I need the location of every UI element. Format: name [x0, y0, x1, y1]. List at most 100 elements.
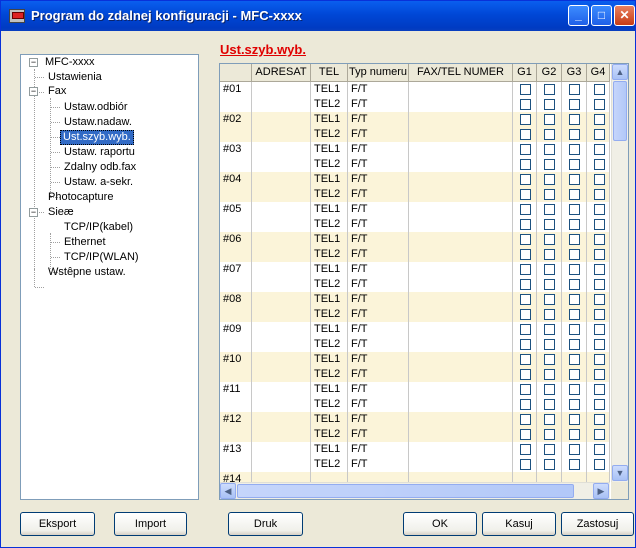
type-cell[interactable]: F/T [348, 232, 409, 247]
group-checkbox[interactable] [569, 384, 580, 395]
group-checkbox[interactable] [520, 264, 531, 275]
type-cell[interactable]: F/T [348, 262, 409, 277]
group-checkbox[interactable] [594, 159, 605, 170]
tree-item-photocapture[interactable]: Photocapture [46, 191, 115, 204]
scroll-left-icon[interactable]: ◀ [220, 483, 236, 499]
adresat-cell[interactable] [252, 217, 311, 232]
group-checkbox[interactable] [544, 174, 555, 185]
fax-tel-number-cell[interactable] [409, 247, 513, 262]
adresat-cell[interactable] [252, 232, 311, 247]
print-button[interactable]: Druk [228, 512, 303, 536]
group-checkbox[interactable] [569, 354, 580, 365]
type-cell[interactable]: F/T [348, 202, 409, 217]
tree-item-ustaw-a-sekr[interactable]: Ustaw. a-sekr. [62, 176, 135, 189]
group-checkbox[interactable] [594, 204, 605, 215]
tree-item-fax[interactable]: Fax [46, 85, 68, 98]
tree-item-tcpip-wlan[interactable]: TCP/IP(WLAN) [62, 251, 141, 264]
adresat-cell[interactable] [252, 292, 311, 307]
fax-tel-number-cell[interactable] [409, 217, 513, 232]
group-checkbox[interactable] [544, 309, 555, 320]
group-checkbox[interactable] [520, 204, 531, 215]
group-checkbox[interactable] [594, 84, 605, 95]
adresat-cell[interactable] [252, 397, 311, 412]
apply-button[interactable]: Zastosuj [561, 512, 634, 536]
group-checkbox[interactable] [544, 399, 555, 410]
type-cell[interactable]: F/T [348, 112, 409, 127]
group-checkbox[interactable] [594, 324, 605, 335]
tree-item-tcpip-kabel[interactable]: TCP/IP(kabel) [62, 221, 135, 234]
collapse-fax-icon[interactable]: − [29, 87, 38, 96]
fax-tel-number-cell[interactable] [409, 172, 513, 187]
tree-item-wstepne-ustaw[interactable]: Wstêpne ustaw. [46, 266, 128, 279]
vertical-scroll-thumb[interactable] [613, 81, 627, 141]
group-checkbox[interactable] [594, 444, 605, 455]
group-checkbox[interactable] [520, 84, 531, 95]
group-checkbox[interactable] [569, 144, 580, 155]
fax-tel-number-cell[interactable] [409, 262, 513, 277]
group-checkbox[interactable] [520, 459, 531, 470]
export-button[interactable]: Eksport [20, 512, 95, 536]
adresat-cell[interactable] [252, 472, 311, 482]
header-adresat[interactable]: ADRESAT [252, 64, 311, 82]
group-checkbox[interactable] [569, 219, 580, 230]
fax-tel-number-cell[interactable] [409, 397, 513, 412]
adresat-cell[interactable] [252, 277, 311, 292]
type-cell[interactable]: F/T [348, 82, 409, 97]
group-checkbox[interactable] [544, 294, 555, 305]
adresat-cell[interactable] [252, 172, 311, 187]
group-checkbox[interactable] [544, 414, 555, 425]
group-checkbox[interactable] [569, 324, 580, 335]
group-checkbox[interactable] [569, 399, 580, 410]
type-cell[interactable]: F/T [348, 307, 409, 322]
fax-tel-number-cell[interactable] [409, 442, 513, 457]
adresat-cell[interactable] [252, 337, 311, 352]
fax-tel-number-cell[interactable] [409, 127, 513, 142]
horizontal-scrollbar[interactable]: ◀ ▶ [220, 482, 610, 499]
header-g1[interactable]: G1 [513, 64, 537, 82]
group-checkbox[interactable] [520, 174, 531, 185]
group-checkbox[interactable] [520, 414, 531, 425]
adresat-cell[interactable] [252, 322, 311, 337]
adresat-cell[interactable] [252, 457, 311, 472]
group-checkbox[interactable] [569, 114, 580, 125]
group-checkbox[interactable] [569, 189, 580, 200]
type-cell[interactable]: F/T [348, 382, 409, 397]
group-checkbox[interactable] [594, 264, 605, 275]
fax-tel-number-cell[interactable] [409, 82, 513, 97]
group-checkbox[interactable] [594, 354, 605, 365]
group-checkbox[interactable] [569, 174, 580, 185]
adresat-cell[interactable] [252, 187, 311, 202]
adresat-cell[interactable] [252, 247, 311, 262]
group-checkbox[interactable] [594, 384, 605, 395]
adresat-cell[interactable] [252, 82, 311, 97]
header-g4[interactable]: G4 [587, 64, 610, 82]
fax-tel-number-cell[interactable] [409, 142, 513, 157]
type-cell[interactable]: F/T [348, 142, 409, 157]
type-cell[interactable]: F/T [348, 217, 409, 232]
group-checkbox[interactable] [569, 249, 580, 260]
group-checkbox[interactable] [594, 429, 605, 440]
adresat-cell[interactable] [252, 307, 311, 322]
title-bar[interactable]: Program do zdalnej konfiguracji - MFC-xx… [1, 1, 635, 31]
fax-tel-number-cell[interactable] [409, 412, 513, 427]
type-cell[interactable]: F/T [348, 427, 409, 442]
group-checkbox[interactable] [544, 114, 555, 125]
type-cell[interactable]: F/T [348, 397, 409, 412]
fax-tel-number-cell[interactable] [409, 472, 513, 482]
group-checkbox[interactable] [544, 144, 555, 155]
fax-tel-number-cell[interactable] [409, 352, 513, 367]
group-checkbox[interactable] [569, 414, 580, 425]
maximize-icon[interactable]: □ [591, 5, 612, 26]
scroll-down-icon[interactable]: ▼ [612, 465, 628, 481]
group-checkbox[interactable] [544, 189, 555, 200]
type-cell[interactable]: F/T [348, 127, 409, 142]
group-checkbox[interactable] [544, 324, 555, 335]
tree-item-siec[interactable]: Sieæ [46, 206, 76, 219]
type-cell[interactable]: F/T [348, 367, 409, 382]
group-checkbox[interactable] [520, 294, 531, 305]
group-checkbox[interactable] [594, 114, 605, 125]
group-checkbox[interactable] [569, 459, 580, 470]
group-checkbox[interactable] [569, 279, 580, 290]
header-fax-tel-numer[interactable]: FAX/TEL NUMER [409, 64, 513, 82]
group-checkbox[interactable] [544, 204, 555, 215]
